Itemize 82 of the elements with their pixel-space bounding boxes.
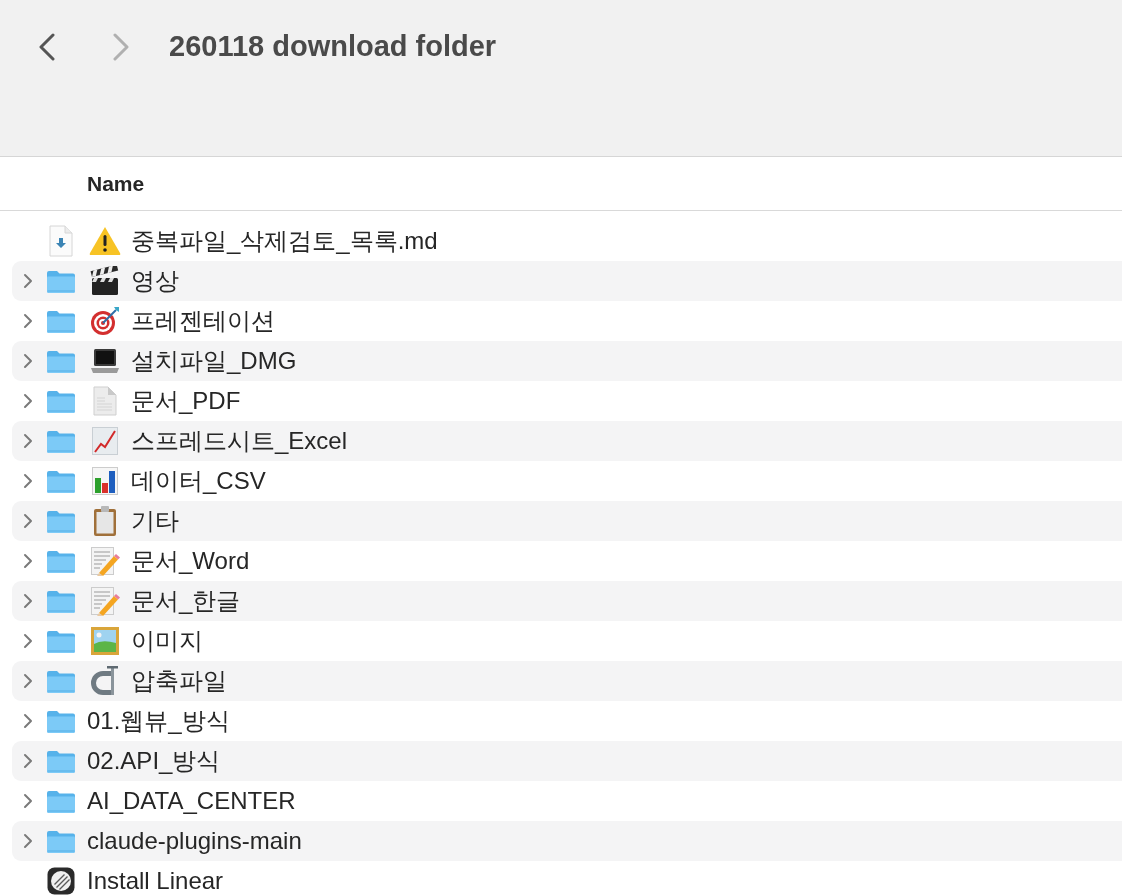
disclosure-chevron-icon[interactable] [23, 793, 33, 809]
list-row[interactable]: 01.웹뷰_방식 [12, 701, 1122, 741]
list-row[interactable]: AI_DATA_CENTER [12, 781, 1122, 821]
clapperboard-icon [90, 266, 120, 296]
list-row[interactable]: 기타 [12, 501, 1122, 541]
file-name: Install Linear [87, 866, 224, 896]
disclosure-chevron-icon[interactable] [23, 593, 33, 609]
folder-name: AI_DATA_CENTER [87, 786, 296, 816]
list-row[interactable]: 이미지 [12, 621, 1122, 661]
list-row[interactable]: 문서_Word [12, 541, 1122, 581]
list-row[interactable]: 02.API_방식 [12, 741, 1122, 781]
folder-icon [46, 308, 76, 334]
folder-icon [46, 708, 76, 734]
disclosure-chevron-icon[interactable] [23, 753, 33, 769]
folder-name: 데이터_CSV [131, 466, 266, 496]
chevron-left-icon [38, 33, 56, 61]
disclosure-chevron-icon[interactable] [23, 473, 33, 489]
disclosure-chevron-icon[interactable] [23, 713, 33, 729]
folder-name: 문서_한글 [131, 586, 241, 616]
memo-pencil-icon [90, 586, 120, 616]
line-chart-icon [91, 426, 119, 456]
list-row[interactable]: 문서_한글 [12, 581, 1122, 621]
disclosure-chevron-icon[interactable] [23, 433, 33, 449]
folder-name: 문서_Word [131, 546, 250, 576]
disclosure-chevron-icon[interactable] [23, 673, 33, 689]
folder-icon [46, 748, 76, 774]
folder-name: 프레젠테이션 [131, 306, 275, 336]
document-icon [92, 386, 118, 416]
folder-name: 기타 [131, 506, 179, 536]
folder-name: 이미지 [131, 626, 203, 656]
folder-icon [46, 428, 76, 454]
list-row[interactable]: 압축파일 [12, 661, 1122, 701]
list-row[interactable]: Install Linear [12, 861, 1122, 896]
folder-name: 문서_PDF [131, 386, 241, 416]
disclosure-chevron-icon[interactable] [23, 633, 33, 649]
list-row[interactable]: claude-plugins-main [12, 821, 1122, 861]
folder-icon [46, 468, 76, 494]
warning-icon [89, 226, 121, 256]
bar-chart-icon [91, 466, 119, 496]
list-row[interactable]: 설치파일_DMG [12, 341, 1122, 381]
list-row[interactable]: 데이터_CSV [12, 461, 1122, 501]
folder-icon [46, 628, 76, 654]
name-column-header[interactable]: Name [87, 167, 145, 200]
disclosure-chevron-icon[interactable] [23, 353, 33, 369]
folder-icon [46, 388, 76, 414]
clipboard-icon [91, 505, 119, 537]
folder-name: 스프레드시트_Excel [131, 426, 348, 456]
window-title: 260118 download folder [169, 29, 497, 65]
folder-icon [46, 828, 76, 854]
list-row[interactable]: 스프레드시트_Excel [12, 421, 1122, 461]
list-row[interactable]: 중복파일_삭제검토_목록.md [12, 221, 1122, 261]
laptop-icon [90, 347, 120, 375]
disclosure-chevron-icon[interactable] [23, 273, 33, 289]
folder-name: 영상 [131, 266, 179, 296]
folder-icon [46, 788, 76, 814]
clamp-icon [91, 665, 119, 697]
folder-name: 02.API_방식 [87, 746, 221, 776]
memo-pencil-icon [90, 546, 120, 576]
chevron-right-icon [112, 33, 130, 61]
disclosure-chevron-icon[interactable] [23, 513, 33, 529]
disclosure-chevron-icon[interactable] [23, 313, 33, 329]
folder-icon [46, 588, 76, 614]
folder-icon [46, 668, 76, 694]
folder-icon [46, 508, 76, 534]
disclosure-chevron-icon[interactable] [23, 393, 33, 409]
app-icon [47, 867, 75, 895]
folder-name: 압축파일 [131, 666, 227, 696]
folder-name: 설치파일_DMG [131, 346, 297, 376]
disclosure-chevron-icon[interactable] [23, 553, 33, 569]
folder-name: 01.웹뷰_방식 [87, 706, 230, 736]
download-document-icon [48, 225, 74, 257]
target-dart-icon [90, 306, 120, 336]
folder-icon [46, 548, 76, 574]
list-row[interactable]: 프레젠테이션 [12, 301, 1122, 341]
folder-icon [46, 268, 76, 294]
file-name: 중복파일_삭제검토_목록.md [131, 226, 438, 256]
list-row[interactable]: 문서_PDF [12, 381, 1122, 421]
framed-picture-icon [90, 626, 120, 656]
folder-icon [46, 348, 76, 374]
list-row[interactable]: 영상 [12, 261, 1122, 301]
folder-name: claude-plugins-main [87, 826, 302, 856]
disclosure-chevron-icon[interactable] [23, 833, 33, 849]
